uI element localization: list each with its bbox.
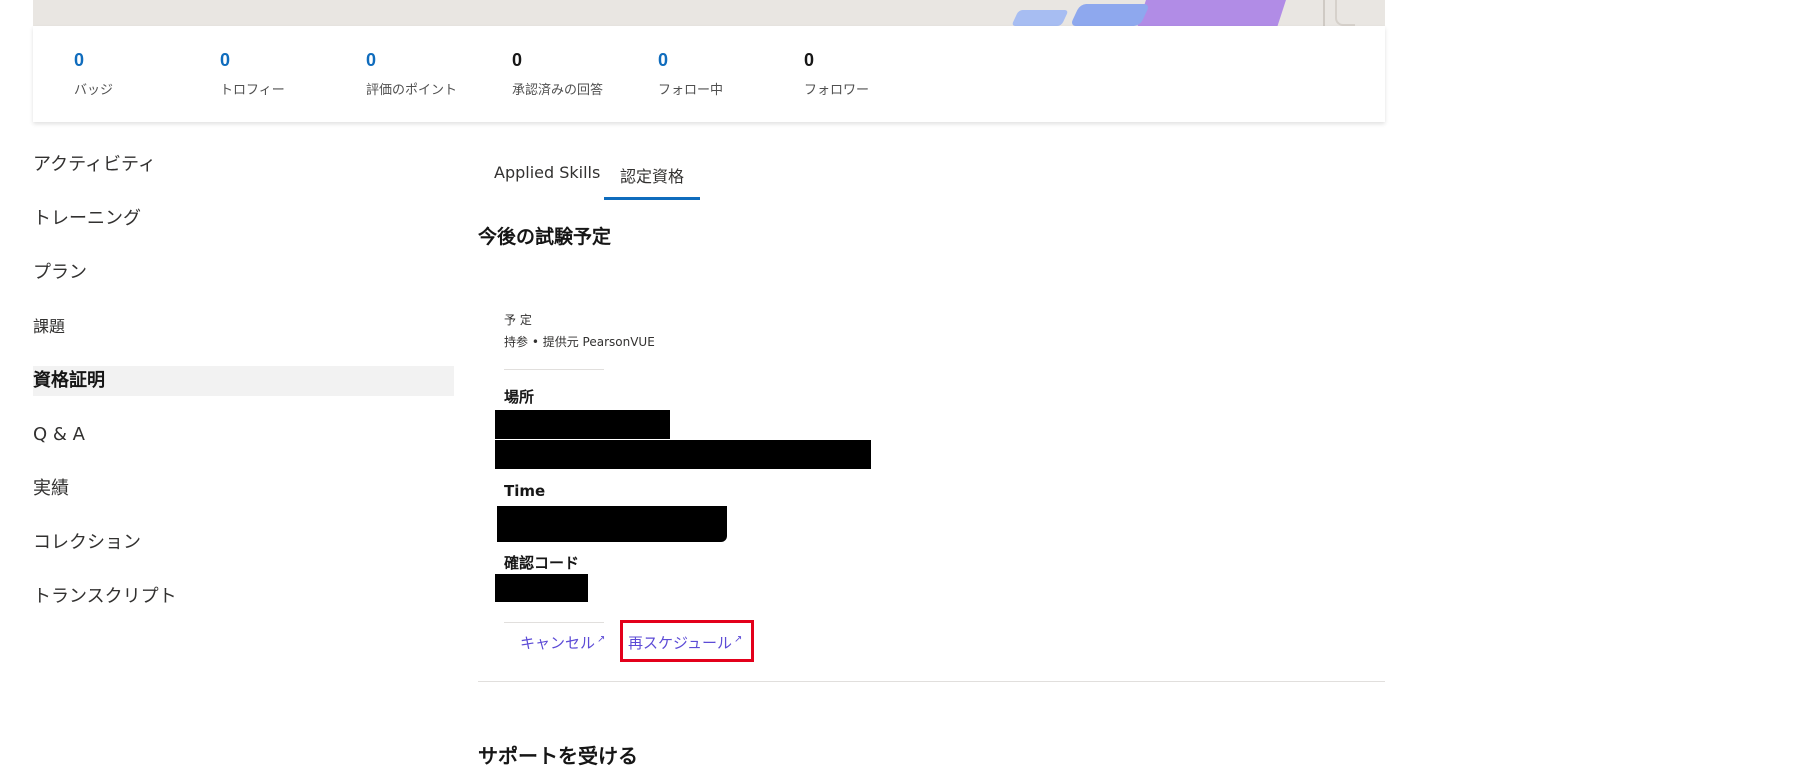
sidebar-nav: アクティビティ トレーニング プラン 課題 資格証明 Q & A 実績 コレクシ… [33,150,454,636]
exam-status: 予 定 [504,313,532,327]
profile-stats: 0 バッジ 0 トロフィー 0 評価のポイント 0 承認済みの回答 0 フォロー… [33,26,1385,122]
stat-badges[interactable]: 0 バッジ [74,50,214,98]
sidebar-item-achievements[interactable]: 実績 [33,474,454,504]
stat-points[interactable]: 0 評価のポイント [366,50,506,98]
stat-value: 0 [74,50,85,70]
redacted-location-address [495,440,871,469]
tab-applied-skills[interactable]: Applied Skills [494,163,600,182]
time-label: Time [504,482,546,500]
stat-label: トロフィー [220,83,285,98]
tab-certifications[interactable]: 認定資格 [604,163,701,200]
stat-label: 承認済みの回答 [512,83,604,98]
profile-banner [33,0,1385,26]
sidebar-item-qa[interactable]: Q & A [33,420,454,450]
sidebar-item-activity[interactable]: アクティビティ [33,150,454,180]
sidebar-item-collections[interactable]: コレクション [33,528,454,558]
stat-following[interactable]: 0 フォロー中 [658,50,798,98]
banner-decoration [1069,4,1151,26]
redacted-confirmation-code [495,574,588,602]
stat-followers: 0 フォロワー [804,50,944,98]
redacted-time [497,506,727,542]
exam-provider: 持参 • 提供元 PearsonVUE [504,335,655,349]
sidebar-item-assignments[interactable]: 課題 [33,312,454,342]
redacted-location-name [495,410,670,439]
section-divider [478,681,1385,682]
banner-decoration [1335,0,1355,26]
stat-value: 0 [512,50,523,70]
reschedule-highlight-box [620,620,754,662]
divider [504,622,604,623]
external-link-icon: ↗ [597,634,606,645]
cancel-exam-link[interactable]: キャンセル ↗ [520,632,605,653]
stat-value: 0 [658,50,669,70]
stat-accepted-answers: 0 承認済みの回答 [512,50,652,98]
stat-label: 評価のポイント [366,83,458,98]
stat-trophies[interactable]: 0 トロフィー [220,50,360,98]
stat-value: 0 [220,50,231,70]
stat-label: バッジ [74,83,114,98]
divider [504,369,604,370]
stat-label: フォロワー [804,83,870,98]
stat-value: 0 [366,50,377,70]
support-heading: サポートを受ける [478,744,638,768]
banner-decoration [1323,0,1325,26]
sidebar-item-training[interactable]: トレーニング [33,204,454,234]
confirmation-code-label: 確認コード [504,554,580,572]
banner-decoration [1137,0,1293,26]
sidebar-item-credentials[interactable]: 資格証明 [33,366,454,396]
cancel-link-label: キャンセル [520,634,596,652]
location-label: 場所 [504,388,535,406]
banner-decoration [1011,10,1069,26]
stat-label: フォロー中 [658,83,724,98]
stat-value: 0 [804,50,815,70]
sidebar-item-transcript[interactable]: トランスクリプト [33,582,454,612]
sidebar-item-plans[interactable]: プラン [33,258,454,288]
page-section-title: 今後の試験予定 [478,226,612,248]
